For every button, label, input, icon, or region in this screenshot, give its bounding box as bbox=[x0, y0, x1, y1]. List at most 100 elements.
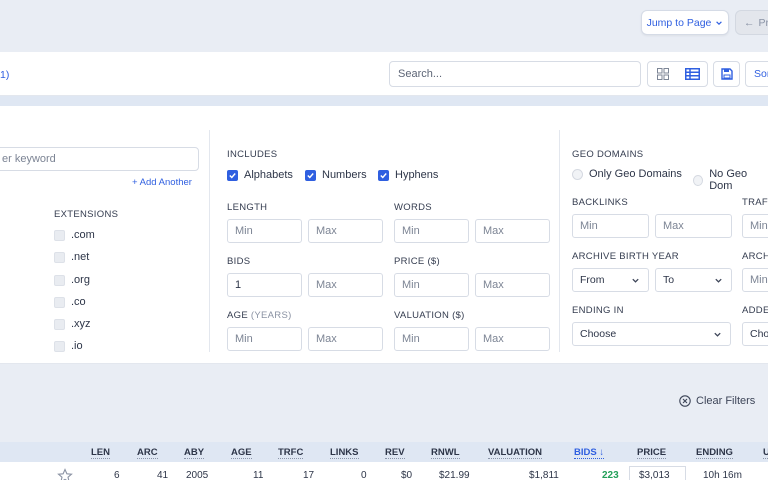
price-max-input[interactable] bbox=[475, 273, 550, 297]
previous-page-button[interactable]: ← Pre bbox=[735, 10, 768, 35]
backlinks-min-input[interactable] bbox=[572, 214, 649, 238]
cell-arc: 41 bbox=[157, 470, 169, 480]
cell-valuation: $1,811 bbox=[529, 470, 559, 480]
extension-checkbox-io[interactable]: .io bbox=[54, 340, 83, 352]
include-label: Hyphens bbox=[395, 169, 439, 181]
only-geo-domains-radio[interactable]: Only Geo Domains bbox=[572, 168, 682, 180]
age-label: AGE (YEARS) bbox=[227, 310, 292, 321]
result-count: 1) bbox=[0, 69, 10, 81]
save-icon bbox=[720, 68, 733, 80]
cell-rev: $0 bbox=[401, 470, 413, 480]
checkbox-checked-icon bbox=[227, 169, 238, 181]
column-header-valuation[interactable]: VALUATION bbox=[488, 447, 543, 459]
price-label: PRICE ($) bbox=[394, 256, 440, 267]
archive-from-select[interactable]: From bbox=[572, 268, 649, 292]
select-value: Choose bbox=[580, 328, 617, 340]
archive-to-select[interactable]: To bbox=[655, 268, 732, 292]
include-label: Numbers bbox=[322, 169, 367, 181]
backlinks-label: BACKLINKS bbox=[572, 197, 629, 208]
jump-label: Jump to Page bbox=[646, 16, 712, 29]
arrow-down-icon: ↓ bbox=[599, 447, 605, 458]
price-min-input[interactable] bbox=[394, 273, 469, 297]
age-label-text: AGE bbox=[227, 310, 248, 321]
include-alphabets-checkbox[interactable]: Alphabets bbox=[227, 169, 293, 181]
clear-filters-button[interactable]: Clear Filters bbox=[679, 395, 755, 407]
bids-min-input[interactable] bbox=[227, 273, 302, 297]
save-filters-button[interactable] bbox=[713, 61, 740, 87]
valuation-max-input[interactable] bbox=[475, 327, 550, 351]
column-header-rnwl[interactable]: RNWL bbox=[431, 447, 460, 459]
column-header-links[interactable]: LINKS bbox=[330, 447, 359, 459]
traffic-min-input[interactable] bbox=[742, 214, 768, 238]
column-header-u[interactable]: U bbox=[763, 447, 768, 459]
cell-age: 11 bbox=[253, 470, 264, 480]
extension-checkbox-net[interactable]: .net bbox=[54, 251, 89, 263]
include-hyphens-checkbox[interactable]: Hyphens bbox=[378, 169, 438, 181]
column-header-aby[interactable]: ABY bbox=[184, 447, 205, 459]
grid-view-button[interactable] bbox=[648, 62, 678, 86]
checkbox-checked-icon bbox=[305, 169, 316, 181]
radio-icon bbox=[693, 174, 704, 186]
extension-label: .com bbox=[71, 229, 95, 241]
extension-checkbox-co[interactable]: .co bbox=[54, 296, 86, 308]
table-view-button[interactable] bbox=[678, 62, 708, 86]
added-select[interactable]: Choo bbox=[742, 322, 768, 346]
ending-in-label: ENDING IN bbox=[572, 305, 624, 316]
backlinks-max-input[interactable] bbox=[655, 214, 732, 238]
length-min-input[interactable] bbox=[227, 219, 302, 243]
column-header-ending[interactable]: ENDING bbox=[696, 447, 733, 459]
cell-price: $3,013 bbox=[639, 470, 670, 480]
words-max-input[interactable] bbox=[475, 219, 550, 243]
extension-checkbox-org[interactable]: .org bbox=[54, 274, 90, 286]
column-header-bids[interactable]: BIDS ↓ bbox=[574, 447, 605, 459]
length-max-input[interactable] bbox=[308, 219, 383, 243]
ending-in-select[interactable]: Choose bbox=[572, 322, 731, 346]
column-header-rev[interactable]: REV bbox=[385, 447, 405, 459]
section-separator bbox=[0, 96, 768, 106]
cell-trfc: 17 bbox=[303, 470, 315, 480]
words-min-input[interactable] bbox=[394, 219, 469, 243]
grid-icon bbox=[656, 68, 669, 80]
table-icon bbox=[684, 68, 700, 80]
valuation-min-input[interactable] bbox=[394, 327, 469, 351]
column-header-age[interactable]: AGE bbox=[231, 447, 252, 459]
star-icon[interactable] bbox=[57, 468, 73, 480]
chevron-down-icon bbox=[714, 332, 721, 337]
column-divider bbox=[209, 130, 210, 352]
archive-secondary-label: ARCH bbox=[742, 251, 768, 262]
checkbox-icon bbox=[54, 318, 65, 330]
age-min-input[interactable] bbox=[227, 327, 302, 351]
age-max-input[interactable] bbox=[308, 327, 383, 351]
checkbox-icon bbox=[54, 340, 65, 352]
extensions-label: EXTENSIONS bbox=[54, 209, 119, 220]
geo-option-label: Only Geo Domains bbox=[589, 168, 682, 180]
column-header-price[interactable]: PRICE bbox=[637, 447, 667, 459]
sort-button[interactable]: Sor bbox=[745, 61, 768, 87]
search-input[interactable] bbox=[389, 61, 641, 87]
no-geo-domains-radio[interactable]: No Geo Dom bbox=[693, 168, 768, 192]
extension-checkbox-com[interactable]: .com bbox=[54, 229, 95, 241]
archive-birth-year-label: ARCHIVE BIRTH YEAR bbox=[572, 251, 679, 262]
include-numbers-checkbox[interactable]: Numbers bbox=[305, 169, 367, 181]
column-header-arc[interactable]: ARC bbox=[137, 447, 158, 459]
add-another-link[interactable]: + Add Another bbox=[132, 177, 192, 188]
jump-to-page-button[interactable]: Jump to Page bbox=[641, 10, 729, 35]
checkbox-checked-icon bbox=[378, 169, 389, 181]
include-label: Alphabets bbox=[244, 169, 293, 181]
close-circle-icon bbox=[679, 395, 691, 407]
select-value: From bbox=[580, 274, 605, 286]
column-header-len[interactable]: LEN bbox=[91, 447, 110, 459]
extension-label: .io bbox=[71, 340, 83, 352]
extension-label: .co bbox=[71, 296, 86, 308]
geo-option-label: No Geo Dom bbox=[709, 168, 748, 192]
bids-max-input[interactable] bbox=[308, 273, 383, 297]
extension-checkbox-xyz[interactable]: .xyz bbox=[54, 318, 91, 330]
length-label: LENGTH bbox=[227, 202, 268, 213]
column-header-trfc[interactable]: TRFC bbox=[278, 447, 304, 459]
archive-secondary-min-input[interactable] bbox=[742, 268, 768, 292]
cell-rnwl: $21.99 bbox=[439, 470, 470, 480]
geo-domains-label: GEO DOMAINS bbox=[572, 149, 644, 160]
sort-label: Sor bbox=[754, 68, 768, 80]
age-label-unit: (YEARS) bbox=[250, 310, 292, 321]
keyword-input[interactable] bbox=[0, 147, 199, 171]
